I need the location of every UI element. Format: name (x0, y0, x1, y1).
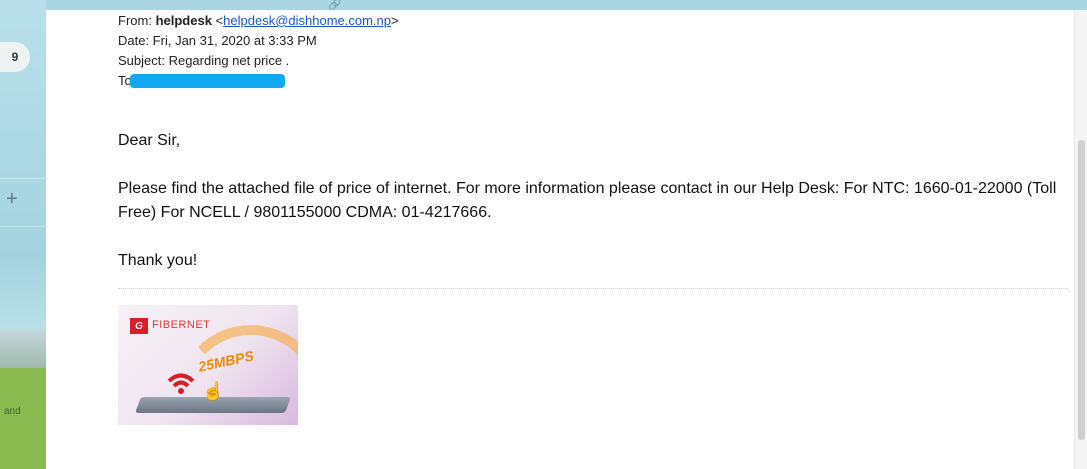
pointer-hand-icon: ☝ (202, 381, 225, 401)
redaction-mark (130, 74, 285, 88)
subject-line: Subject: Regarding net price . (118, 53, 290, 68)
greeting: Dear Sir, (118, 132, 181, 149)
from-email-link[interactable]: helpdesk@dishhome.com.np (223, 13, 391, 28)
scrollbar-thumb[interactable] (1078, 140, 1085, 440)
scrollbar[interactable] (1074, 10, 1087, 469)
fibernet-banner-image[interactable]: G FIBERNET 25MBPS ☝ (118, 305, 298, 425)
wifi-icon (167, 373, 195, 394)
sidebar-footer-text: and (4, 406, 21, 417)
from-line: From: helpdesk <helpdesk@dishhome.com.np… (118, 13, 399, 28)
from-name: helpdesk (155, 13, 212, 28)
brand-logo-icon: G (130, 318, 148, 334)
background-grass (0, 368, 46, 469)
from-label: From: (118, 13, 152, 28)
sidebar-divider (0, 226, 46, 227)
sidebar-divider (0, 178, 46, 179)
date-line: Date: Fri, Jan 31, 2020 at 3:33 PM (118, 33, 317, 48)
content-divider (118, 288, 1068, 289)
top-strip (46, 0, 1087, 10)
email-body: Please find the attached file of price o… (118, 180, 1057, 221)
unread-count-badge[interactable]: 9 (0, 42, 30, 72)
signoff: Thank you! (118, 252, 198, 269)
background-hill (0, 330, 46, 370)
brand-name: FIBERNET (152, 319, 211, 331)
add-icon[interactable]: + (6, 188, 18, 211)
